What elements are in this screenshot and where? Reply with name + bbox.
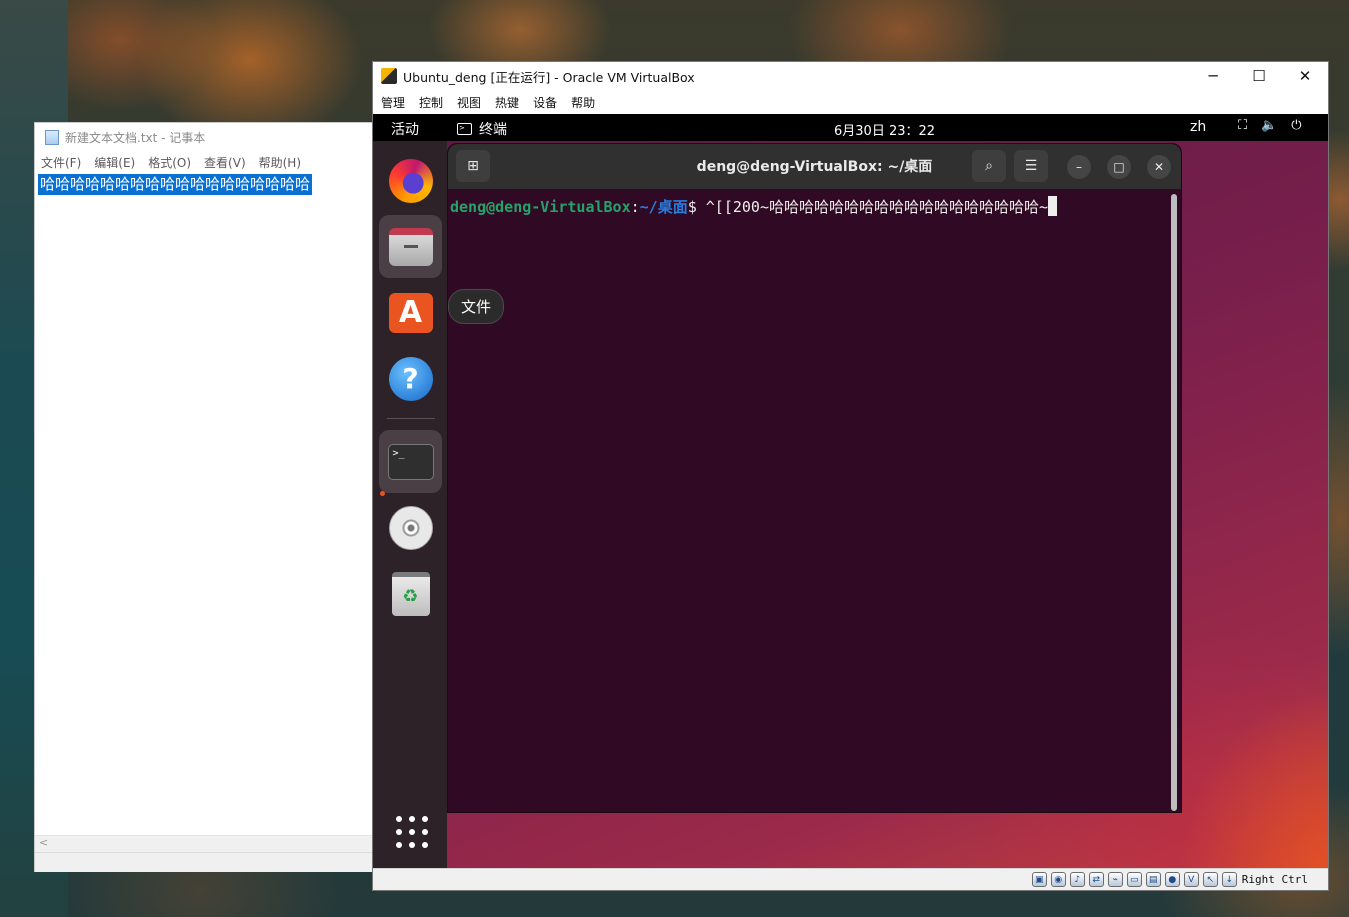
- command-text: ^[[200~哈哈哈哈哈哈哈哈哈哈哈哈哈哈哈哈哈哈~: [705, 198, 1049, 216]
- terminal-headerbar[interactable]: ⊞ deng@deng-VirtualBox: ~/桌面 ⌕ ☰ – □ ✕: [448, 144, 1181, 189]
- search-icon: ⌕: [985, 158, 993, 174]
- dock-app-center[interactable]: A: [379, 281, 442, 344]
- dock-terminal[interactable]: >_: [379, 430, 442, 493]
- virtualbox-title: Ubuntu_deng [正在运行] - Oracle VM VirtualBo…: [403, 69, 695, 85]
- dock-trash[interactable]: ♻: [379, 562, 442, 625]
- clock[interactable]: 6月30日 23：22: [834, 120, 935, 139]
- system-tray[interactable]: ⛶ 🔈 ⏻: [1238, 118, 1302, 133]
- recording-icon[interactable]: ●: [1164, 872, 1180, 887]
- dock-tooltip: 文件: [448, 289, 505, 324]
- notepad-icon: [45, 129, 59, 145]
- close-button[interactable]: ✕: [1282, 62, 1328, 90]
- dock-help[interactable]: ?: [379, 347, 442, 410]
- audio-icon[interactable]: ♪: [1069, 872, 1085, 887]
- notepad-menubar: 文件(F) 编辑(E) 格式(O) 查看(V) 帮助(H): [35, 151, 373, 173]
- menu-button[interactable]: ☰: [1014, 150, 1048, 182]
- vbox-menu-hotkeys[interactable]: 热键: [495, 94, 519, 111]
- notepad-menu-view[interactable]: 查看(V): [204, 154, 246, 171]
- scroll-left-icon[interactable]: <: [39, 836, 48, 849]
- dock-separator: [387, 418, 435, 419]
- network-icon: ⛶: [1238, 118, 1248, 133]
- vbox-menu-help[interactable]: 帮助: [571, 94, 595, 111]
- files-icon: [388, 227, 433, 266]
- dock-firefox[interactable]: [379, 149, 442, 212]
- terminal-icon: >_: [387, 443, 434, 480]
- app-store-icon: A: [388, 292, 433, 333]
- terminal-scrollbar[interactable]: [1171, 194, 1177, 811]
- mouse-integration-icon[interactable]: ↖: [1202, 872, 1218, 887]
- vbox-menu-devices[interactable]: 设备: [533, 94, 557, 111]
- virtualbox-window: Ubuntu_deng [正在运行] - Oracle VM VirtualBo…: [372, 61, 1329, 891]
- notepad-window: 新建文本文档.txt - 记事本 文件(F) 编辑(E) 格式(O) 查看(V)…: [34, 122, 374, 872]
- vbox-menu-control[interactable]: 控制: [419, 94, 443, 111]
- maximize-button[interactable]: ☐: [1236, 62, 1282, 90]
- cd-icon: [388, 505, 433, 550]
- window-controls: ─ ☐ ✕: [1190, 62, 1328, 90]
- text-cursor: [1048, 196, 1058, 216]
- terminal-minimize-button[interactable]: –: [1067, 155, 1091, 179]
- dock-files[interactable]: [379, 215, 442, 278]
- notepad-statusbar: [35, 852, 373, 872]
- help-icon: ?: [388, 356, 433, 401]
- prompt-path: ~/桌面: [639, 198, 688, 216]
- power-icon: ⏻: [1291, 118, 1302, 133]
- vm-status-icon[interactable]: V: [1183, 872, 1199, 887]
- prompt-separator: :: [630, 198, 640, 216]
- terminal-window[interactable]: ⊞ deng@deng-VirtualBox: ~/桌面 ⌕ ☰ – □ ✕ d…: [447, 143, 1182, 813]
- statusbar-icons: ▣ ◉ ♪ ⇄ ⌁ ▭ ▤ ● V ↖ ↓ Right Ctrl: [1028, 872, 1308, 887]
- firefox-icon: [388, 158, 433, 203]
- network-adapter-icon[interactable]: ⇄: [1088, 872, 1104, 887]
- gnome-topbar: 活动 > 终端 6月30日 23：22 zh ⛶ 🔈 ⏻: [373, 114, 1328, 141]
- show-apps-grid-icon[interactable]: [396, 816, 428, 848]
- notepad-menu-file[interactable]: 文件(F): [41, 154, 81, 171]
- virtualbox-logo-icon: [381, 68, 397, 84]
- terminal-output[interactable]: deng@deng-VirtualBox:~/桌面$ ^[[200~哈哈哈哈哈哈…: [450, 196, 1058, 217]
- keyboard-capture-icon[interactable]: ↓: [1221, 872, 1237, 887]
- hamburger-icon: ☰: [1024, 158, 1038, 174]
- notepad-menu-help[interactable]: 帮助(H): [259, 154, 301, 171]
- virtualbox-menubar: 管理 控制 视图 热键 设备 帮助: [373, 90, 1328, 114]
- notepad-titlebar[interactable]: 新建文本文档.txt - 记事本: [35, 123, 373, 151]
- vbox-menu-view[interactable]: 视图: [457, 94, 481, 111]
- display-icon[interactable]: ▤: [1145, 872, 1161, 887]
- minimize-button[interactable]: ─: [1190, 62, 1236, 90]
- optical-drive-icon[interactable]: ◉: [1050, 872, 1066, 887]
- virtualbox-statusbar: ▣ ◉ ♪ ⇄ ⌁ ▭ ▤ ● V ↖ ↓ Right Ctrl: [373, 868, 1328, 890]
- usb-icon[interactable]: ⌁: [1107, 872, 1123, 887]
- notepad-selected-text[interactable]: 哈哈哈哈哈哈哈哈哈哈哈哈哈哈哈哈哈哈: [38, 174, 313, 195]
- activities-button[interactable]: 活动: [391, 119, 419, 139]
- terminal-small-icon: >: [457, 123, 472, 135]
- notepad-menu-format[interactable]: 格式(O): [148, 154, 191, 171]
- shared-folders-icon[interactable]: ▭: [1126, 872, 1142, 887]
- dock-optical-disc[interactable]: [379, 496, 442, 559]
- input-language[interactable]: zh: [1190, 119, 1206, 135]
- ubuntu-guest-screen[interactable]: 活动 > 终端 6月30日 23：22 zh ⛶ 🔈 ⏻ A ? >_ ♻ ⊞ …: [373, 114, 1328, 869]
- app-indicator-label: 终端: [479, 122, 507, 138]
- host-key-label: Right Ctrl: [1241, 873, 1308, 886]
- virtualbox-titlebar[interactable]: Ubuntu_deng [正在运行] - Oracle VM VirtualBo…: [373, 62, 1328, 90]
- prompt-user: deng@deng-VirtualBox: [450, 198, 631, 216]
- notepad-title: 新建文本文档.txt - 记事本: [65, 130, 206, 145]
- ubuntu-dock: A ? >_ ♻: [373, 141, 447, 869]
- terminal-close-button[interactable]: ✕: [1147, 155, 1171, 179]
- terminal-maximize-button[interactable]: □: [1107, 155, 1131, 179]
- trash-icon: ♻: [391, 571, 430, 616]
- vbox-menu-manage[interactable]: 管理: [381, 94, 405, 111]
- volume-icon: 🔈: [1261, 118, 1278, 133]
- notepad-horizontal-scrollbar[interactable]: <: [35, 835, 373, 852]
- hard-disk-icon[interactable]: ▣: [1031, 872, 1047, 887]
- app-indicator[interactable]: > 终端: [457, 119, 507, 139]
- notepad-menu-edit[interactable]: 编辑(E): [94, 154, 135, 171]
- prompt-symbol: $: [687, 198, 706, 216]
- search-button[interactable]: ⌕: [972, 150, 1006, 182]
